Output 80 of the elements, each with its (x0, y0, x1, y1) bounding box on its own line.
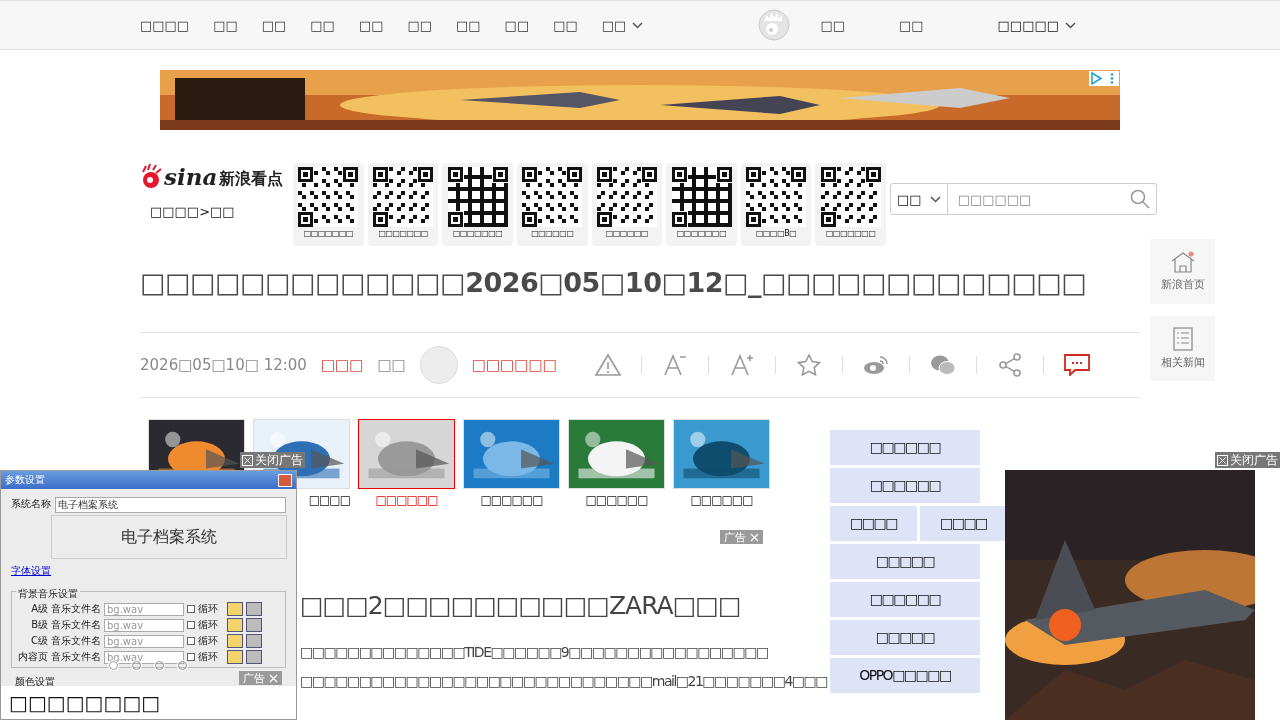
region-menu[interactable]: □□□□□ (997, 17, 1076, 33)
site-logo[interactable]: sina新浪看点 (140, 163, 290, 190)
more-menu[interactable]: □□ (601, 17, 644, 33)
nav-link[interactable]: □□ (504, 17, 530, 33)
article-paragraph: □□□□□□□□□□□□□□□□□□□□□□□□□□□□□□mail□21□□□□□□□4□□□ (300, 671, 828, 691)
level-label: A级 (30, 602, 48, 616)
field-label: 音乐文件名 (51, 618, 101, 632)
tag-link[interactable]: □□□□ (830, 505, 917, 541)
nav-link[interactable]: □□ (553, 17, 578, 33)
qr-caption: □□□□□□□ (453, 229, 503, 238)
nav-link[interactable]: □□ (456, 17, 481, 33)
file-field: bg.wav (104, 634, 184, 648)
related-caption[interactable]: □□□□□□ (375, 492, 438, 507)
qr-caption: □□□□□□□ (378, 229, 428, 238)
close-ad-button[interactable]: 关闭广告 (240, 452, 305, 468)
side-nav-button[interactable]: 相关新闻 (1150, 316, 1215, 381)
related-caption[interactable]: □□□□□□ (690, 492, 753, 507)
tag-link[interactable]: □□□□□□ (830, 581, 980, 617)
qr-caption: □□□□□□□ (303, 229, 354, 238)
popup-ad[interactable]: 参数设置 系统名称 电子档案系统 电子档案系统 字体设置 背景音乐设置 A级 音乐文件名 bg.wav 循环 B级 音乐文件名 bg.wav 循环 C级 音乐文件名 bg.wav 循环 内容页 音乐文件名 bg.wav 循环 颜色设置 广告 □□□□□□□□ (0, 470, 297, 720)
publish-date: 2026□05□10□ 12:00 (140, 355, 307, 374)
author-link[interactable]: □□□□□□ (471, 355, 557, 374)
name-field: 电子档案系统 (55, 497, 286, 513)
level-label: 内容页 (17, 650, 48, 664)
search-field[interactable]: □□□□□□ (947, 183, 1157, 215)
tag-link[interactable]: □□□□□ (830, 543, 980, 579)
nav-link[interactable]: □□ (358, 17, 384, 33)
font-settings-link: 字体设置 (11, 565, 51, 576)
level-label: B级 (30, 618, 48, 632)
nav-link[interactable]: □□ (261, 17, 287, 33)
article-subtitle: □□□2□□□□□□□□□□ZARA□□□ (300, 590, 741, 620)
field-label: 音乐文件名 (51, 602, 101, 616)
tag-link[interactable]: □□□□□□ (830, 429, 980, 465)
close-ad-button[interactable]: 关闭广告 (1215, 452, 1280, 468)
ad-caption: □□□□□□□□ (1, 686, 296, 719)
user-link[interactable]: □□ (820, 17, 845, 33)
tag-link[interactable]: OPPO□□□□□ (830, 657, 980, 693)
related-caption[interactable]: □□□□□□ (480, 492, 543, 507)
article-title: □□□□□□□□□□□□□2026□05□10□12□_□□□□□□□□□□□□□ (140, 266, 1088, 300)
checkbox-label: 循环 (198, 634, 218, 648)
article-paragraph: □□□□□□□□□□□□□□TIDE□□□□□□9□□□□□□□□□□□□□□□□□ (300, 642, 768, 662)
search-input[interactable]: □□□□□□ (947, 190, 1130, 208)
group-title: 背景音乐设置 (18, 588, 78, 599)
logo-subtitle: 新浪看点 (219, 169, 284, 190)
qr-caption: □□□□B□ (756, 229, 797, 238)
font-preview: 电子档案系统 (51, 515, 287, 559)
logo-text: sina (164, 163, 218, 190)
checkbox-label: 循环 (198, 650, 218, 664)
tag-link[interactable]: □□□□□□ (830, 467, 980, 503)
qr-caption: □□□□□□□ (676, 229, 727, 238)
field-label: 音乐文件名 (51, 634, 101, 648)
nav-link[interactable]: □□ (310, 17, 335, 33)
field-label: 音乐文件名 (51, 650, 101, 664)
source-link[interactable]: □□□ (320, 355, 364, 374)
nav-link[interactable]: □□□□ (140, 17, 190, 33)
user-link[interactable]: □□ (899, 17, 924, 33)
file-field: bg.wav (104, 618, 184, 632)
breadcrumb[interactable]: □□□□>□□ (150, 204, 290, 219)
field-label: 系统名称 (11, 497, 51, 511)
tag-link[interactable]: □□□□□ (830, 619, 980, 655)
qr-caption: □□□□□□ (605, 229, 649, 238)
search-scope-select[interactable]: □□ (890, 183, 948, 215)
nav-link[interactable]: □□ (213, 17, 238, 33)
related-caption[interactable]: □□□□□□ (585, 492, 648, 507)
file-field: bg.wav (104, 650, 184, 664)
group-title: 颜色设置 (15, 676, 55, 687)
window-title: 参数设置 (5, 473, 45, 487)
qr-caption: □□□□□□ (531, 229, 574, 238)
level-label: C级 (30, 634, 48, 648)
ad-label: 广告 (720, 530, 763, 544)
qr-caption: □□□□□□□ (826, 229, 876, 238)
related-caption[interactable]: □□□□ (308, 492, 350, 507)
ad-label: 广告 (239, 671, 282, 685)
tag-link[interactable]: □□□□ (919, 505, 1007, 541)
checkbox-label: 循环 (198, 602, 218, 616)
via-label: □□ (377, 355, 406, 374)
side-nav-button[interactable]: 新浪首页 (1150, 239, 1215, 304)
nav-link[interactable]: □□ (407, 17, 433, 33)
file-field: bg.wav (104, 602, 184, 616)
checkbox-label: 循环 (198, 618, 218, 632)
